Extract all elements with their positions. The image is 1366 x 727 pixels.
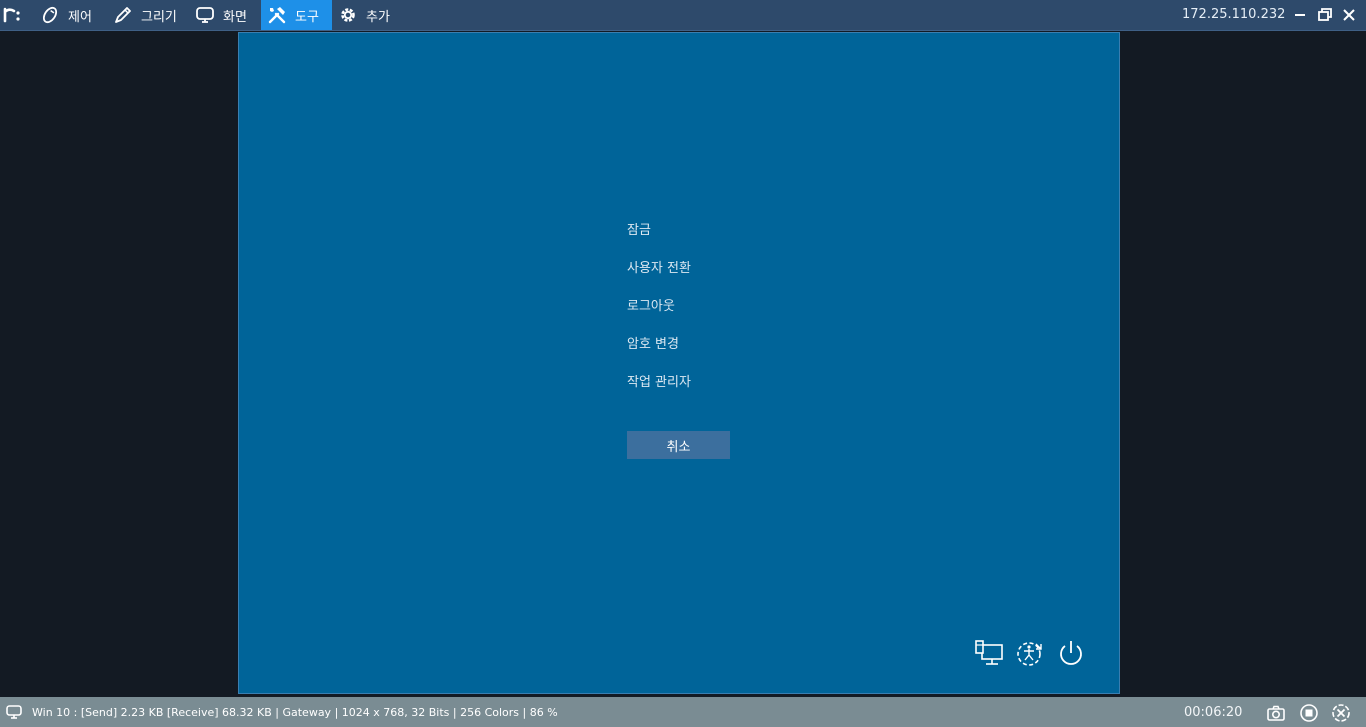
- menu-tools-label: 도구: [295, 9, 319, 25]
- menu-draw-label: 그리기: [141, 9, 177, 25]
- disconnect-icon[interactable]: [1331, 703, 1351, 723]
- menu-control[interactable]: 제어: [40, 0, 104, 30]
- top-toolbar: 제어 그리기 화면 도구 추가 172.25.110.232: [0, 0, 1366, 31]
- menu-tools[interactable]: 도구: [261, 0, 332, 30]
- control-icon: [42, 6, 58, 24]
- stop-icon[interactable]: [1299, 703, 1319, 723]
- gear-icon: [341, 8, 355, 22]
- menu-extra-label: 추가: [366, 9, 390, 25]
- network-icon[interactable]: [973, 637, 1005, 669]
- elapsed-time: 00:06:20: [1184, 705, 1243, 720]
- menu-screen[interactable]: 화면: [195, 0, 257, 30]
- connection-info: Win 10 : [Send] 2.23 KB [Receive] 68.32 …: [32, 706, 558, 719]
- tools-icon: [268, 7, 286, 24]
- menu-draw[interactable]: 그리기: [113, 0, 191, 30]
- power-icon[interactable]: [1055, 637, 1087, 669]
- host-ip-address: 172.25.110.232: [1182, 7, 1286, 22]
- option-switch-user[interactable]: 사용자 전환: [627, 257, 691, 276]
- monitor-icon: [196, 7, 214, 23]
- option-logout[interactable]: 로그아웃: [627, 295, 675, 314]
- option-lock[interactable]: 잠금: [627, 219, 651, 238]
- option-change-password[interactable]: 암호 변경: [627, 333, 679, 352]
- cancel-button[interactable]: 취소: [627, 431, 730, 459]
- menu-extra[interactable]: 추가: [338, 0, 400, 30]
- option-task-manager[interactable]: 작업 관리자: [627, 371, 691, 390]
- menu-control-label: 제어: [68, 9, 92, 25]
- cancel-button-label: 취소: [666, 439, 691, 455]
- minimize-icon[interactable]: [1291, 6, 1309, 24]
- pen-icon: [115, 7, 131, 23]
- restore-icon[interactable]: [1316, 6, 1334, 24]
- app-logo-icon: [3, 7, 20, 23]
- camera-icon[interactable]: [1266, 703, 1286, 723]
- remote-screen[interactable]: 잠금 사용자 전환 로그아웃 암호 변경 작업 관리자 취소: [238, 32, 1120, 694]
- ease-of-access-icon[interactable]: [1014, 637, 1046, 669]
- close-icon[interactable]: [1340, 6, 1358, 24]
- status-bar: Win 10 : [Send] 2.23 KB [Receive] 68.32 …: [0, 697, 1366, 727]
- menu-screen-label: 화면: [223, 9, 247, 25]
- monitor-status-icon: [6, 705, 22, 719]
